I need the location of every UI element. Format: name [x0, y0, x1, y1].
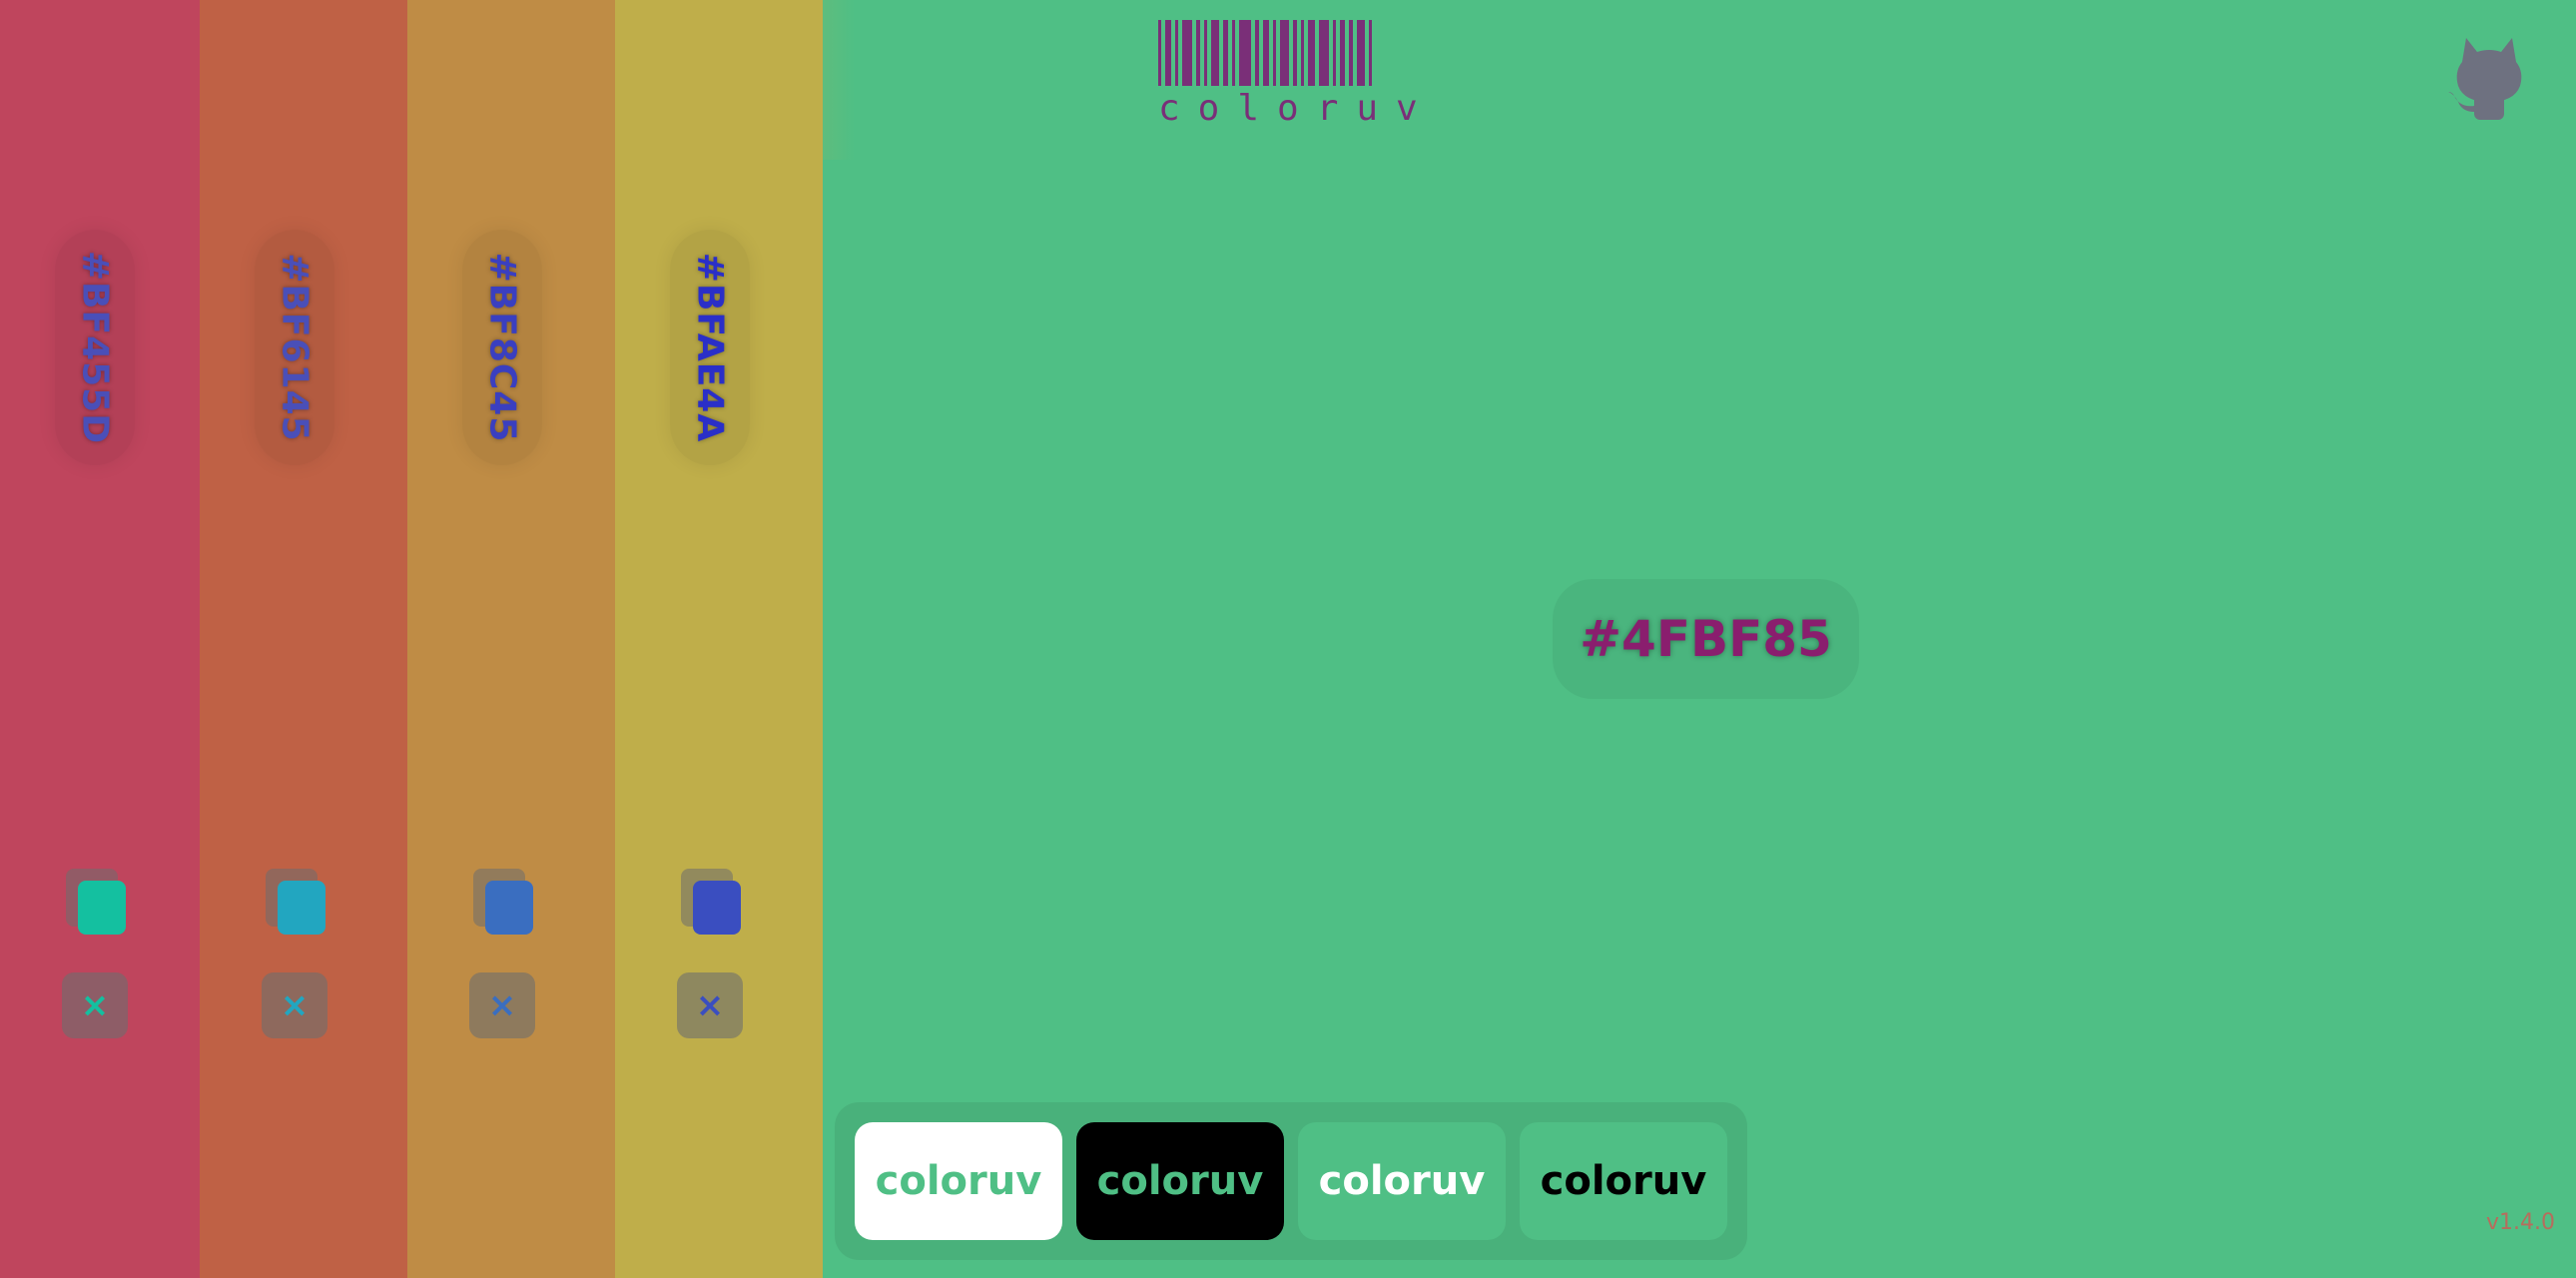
barcode-bar [1333, 20, 1336, 86]
palette-hex-pill[interactable]: #BF6145 [255, 230, 334, 465]
barcode-bar [1165, 20, 1171, 86]
barcode-bar [1175, 20, 1178, 86]
barcode-bar [1196, 20, 1200, 86]
barcode-bar [1211, 20, 1219, 86]
column-fade [200, 0, 439, 160]
preview-white-text[interactable]: coloruv [1298, 1122, 1506, 1240]
barcode-bar [1232, 20, 1235, 86]
remove-color-button[interactable]: × [262, 972, 327, 1038]
column-fade [407, 0, 647, 160]
preview-black-text[interactable]: coloruv [1520, 1122, 1727, 1240]
color-swatch [278, 881, 325, 935]
palette-column-4[interactable]: #BFAE4A × [615, 0, 855, 1278]
preview-on-white[interactable]: coloruv [855, 1122, 1062, 1240]
barcode-bar [1255, 20, 1259, 86]
app-canvas[interactable]: #BF455D × #BF6145 × #BF8C45 × #BFAE4A × [0, 0, 2576, 1278]
palette-hex-label: #BF8C45 [481, 252, 523, 443]
remove-color-button[interactable]: × [62, 972, 128, 1038]
palette-hex-pill[interactable]: #BF455D [55, 230, 135, 465]
palette-column-1[interactable]: #BF455D × [0, 0, 240, 1278]
palette-column-3[interactable]: #BF8C45 × [407, 0, 647, 1278]
barcode-bar [1280, 20, 1289, 86]
barcode-bar [1357, 20, 1365, 86]
barcode-bar [1319, 20, 1329, 86]
barcode-bar [1349, 20, 1353, 86]
preview-panel: coloruv coloruv coloruv coloruv [835, 1102, 1747, 1260]
palette-hex-pill[interactable]: #BF8C45 [462, 230, 542, 465]
remove-color-button[interactable]: × [469, 972, 535, 1038]
copy-color-button[interactable] [473, 869, 537, 939]
barcode-bar [1273, 20, 1276, 86]
color-swatch [693, 881, 741, 935]
app-logo: coloruv [1158, 20, 1418, 130]
palette-hex-pill[interactable]: #BFAE4A [670, 230, 750, 465]
preview-on-black[interactable]: coloruv [1076, 1122, 1284, 1240]
palette-hex-label: #BF455D [74, 250, 116, 445]
color-swatch [78, 881, 126, 935]
version-label: v1.4.0 [2486, 1210, 2555, 1235]
copy-color-button[interactable] [66, 869, 130, 939]
barcode-bar [1308, 20, 1315, 86]
palette-hex-label: #BF6145 [274, 253, 316, 442]
close-icon: × [280, 985, 310, 1025]
barcode-icon [1158, 20, 1416, 86]
palette-column-2[interactable]: #BF6145 × [200, 0, 439, 1278]
barcode-bar [1301, 20, 1304, 86]
barcode-bar [1369, 20, 1372, 86]
barcode-bar [1158, 20, 1161, 86]
barcode-bar [1239, 20, 1251, 86]
close-icon: × [80, 985, 110, 1025]
palette-hex-label: #BFAE4A [689, 252, 731, 443]
close-icon: × [487, 985, 517, 1025]
github-icon[interactable] [2444, 32, 2534, 122]
close-icon: × [695, 985, 725, 1025]
logo-wordmark: coloruv [1158, 88, 1436, 129]
main-color-hex[interactable]: #4FBF85 [1553, 579, 1859, 699]
color-swatch [485, 881, 533, 935]
copy-color-button[interactable] [266, 869, 329, 939]
barcode-bar [1340, 20, 1345, 86]
barcode-bar [1223, 20, 1228, 86]
remove-color-button[interactable]: × [677, 972, 743, 1038]
copy-color-button[interactable] [681, 869, 745, 939]
barcode-bar [1204, 20, 1207, 86]
column-fade [615, 0, 855, 160]
barcode-bar [1293, 20, 1297, 86]
barcode-bar [1182, 20, 1192, 86]
barcode-bar [1263, 20, 1269, 86]
